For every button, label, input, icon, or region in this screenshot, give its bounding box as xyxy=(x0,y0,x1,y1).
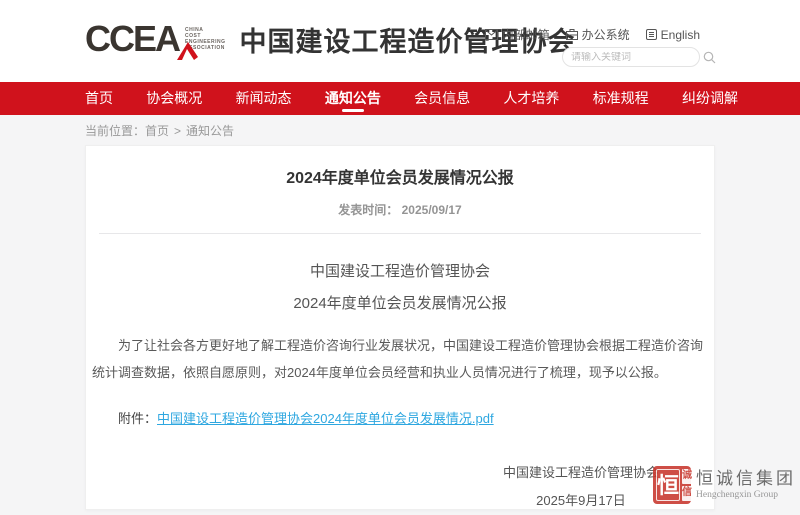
mail-icon xyxy=(485,29,498,40)
logo-subtext-line: ASSOCIATION xyxy=(185,45,226,51)
attachment-label: 附件： xyxy=(118,411,157,426)
article-paragraph: 为了让社会各方更好地了解工程造价咨询行业发展状况，中国建设工程造价管理协会根据工… xyxy=(92,332,708,386)
search-box xyxy=(562,47,700,67)
seal-right-column: 诚 信 xyxy=(682,469,692,501)
logo-subtext: CHINA COST ENGINEERING ASSOCIATION xyxy=(185,27,226,51)
main-nav: 首页 协会概况 新闻动态 通知公告 会员信息 人才培养 标准规程 纠纷调解 xyxy=(0,82,800,115)
nav-item-standards[interactable]: 标准规程 xyxy=(593,82,649,115)
doc-title-line1: 中国建设工程造价管理协会 xyxy=(86,256,714,288)
utility-label: English xyxy=(661,28,700,42)
nav-item-home[interactable]: 首页 xyxy=(85,82,113,115)
book-icon xyxy=(646,29,657,40)
briefcase-icon xyxy=(566,29,578,40)
nav-item-dispute[interactable]: 纠纷调解 xyxy=(682,82,738,115)
internal-mail-link[interactable]: 内部邮箱 xyxy=(485,26,550,43)
nav-item-about[interactable]: 协会概况 xyxy=(146,82,202,115)
breadcrumb-current[interactable]: 通知公告 xyxy=(186,124,234,138)
breadcrumb-separator: > xyxy=(174,124,181,138)
article-title: 2024年度单位会员发展情况公报 xyxy=(86,164,714,188)
signature-block: 中国建设工程造价管理协会 2025年9月17日 xyxy=(503,459,659,515)
attachment-pdf-link[interactable]: 中国建设工程造价管理协会2024年度单位会员发展情况.pdf xyxy=(157,411,494,426)
logo-acronym: CCEA xyxy=(85,17,179,61)
utility-label: 内部邮箱 xyxy=(502,26,550,43)
seal-char-bottom: 信 xyxy=(682,486,692,501)
seal-logo-icon: 恒 诚 信 xyxy=(653,466,691,504)
search-input[interactable] xyxy=(571,52,703,63)
nav-item-members[interactable]: 会员信息 xyxy=(414,82,470,115)
breadcrumb-home-link[interactable]: 首页 xyxy=(145,124,169,138)
utility-label: 办公系统 xyxy=(582,26,630,43)
utility-row: 内部邮箱 办公系统 English xyxy=(485,26,700,43)
site-header: CCEA CHINA COST ENGINEERING ASSOCIATION … xyxy=(0,0,800,82)
watermark-name: 恒诚信集团 xyxy=(696,469,796,489)
office-system-link[interactable]: 办公系统 xyxy=(566,26,630,43)
signature-date: 2025年9月17日 xyxy=(503,487,659,515)
english-link[interactable]: English xyxy=(646,28,700,42)
nav-item-notices[interactable]: 通知公告 xyxy=(325,82,381,115)
hengchengxin-watermark: 恒 诚 信 恒诚信集团 Hengchengxin Group xyxy=(653,466,796,504)
page: CCEA CHINA COST ENGINEERING ASSOCIATION … xyxy=(0,0,800,510)
search-icon[interactable] xyxy=(703,51,716,64)
publish-date: 发表时间： 2025/09/17 xyxy=(86,201,714,218)
breadcrumb: 当前位置：首页 > 通知公告 xyxy=(85,122,234,139)
attachment-row: 附件：中国建设工程造价管理协会2024年度单位会员发展情况.pdf xyxy=(92,408,708,427)
signature-name: 中国建设工程造价管理协会 xyxy=(503,459,659,487)
watermark-name-en: Hengchengxin Group xyxy=(696,489,796,501)
doc-title-line2: 2024年度单位会员发展情况公报 xyxy=(86,288,714,320)
nav-item-training[interactable]: 人才培养 xyxy=(503,82,559,115)
seal-char-left: 恒 xyxy=(656,469,680,501)
breadcrumb-prefix: 当前位置： xyxy=(85,124,145,138)
watermark-text: 恒诚信集团 Hengchengxin Group xyxy=(696,469,796,501)
seal-char-top: 诚 xyxy=(682,469,692,484)
nav-item-news[interactable]: 新闻动态 xyxy=(236,82,292,115)
nav-inner: 首页 协会概况 新闻动态 通知公告 会员信息 人才培养 标准规程 纠纷调解 xyxy=(85,82,738,115)
divider xyxy=(99,233,701,234)
article-card: 2024年度单位会员发展情况公报 发表时间： 2025/09/17 中国建设工程… xyxy=(85,145,715,510)
